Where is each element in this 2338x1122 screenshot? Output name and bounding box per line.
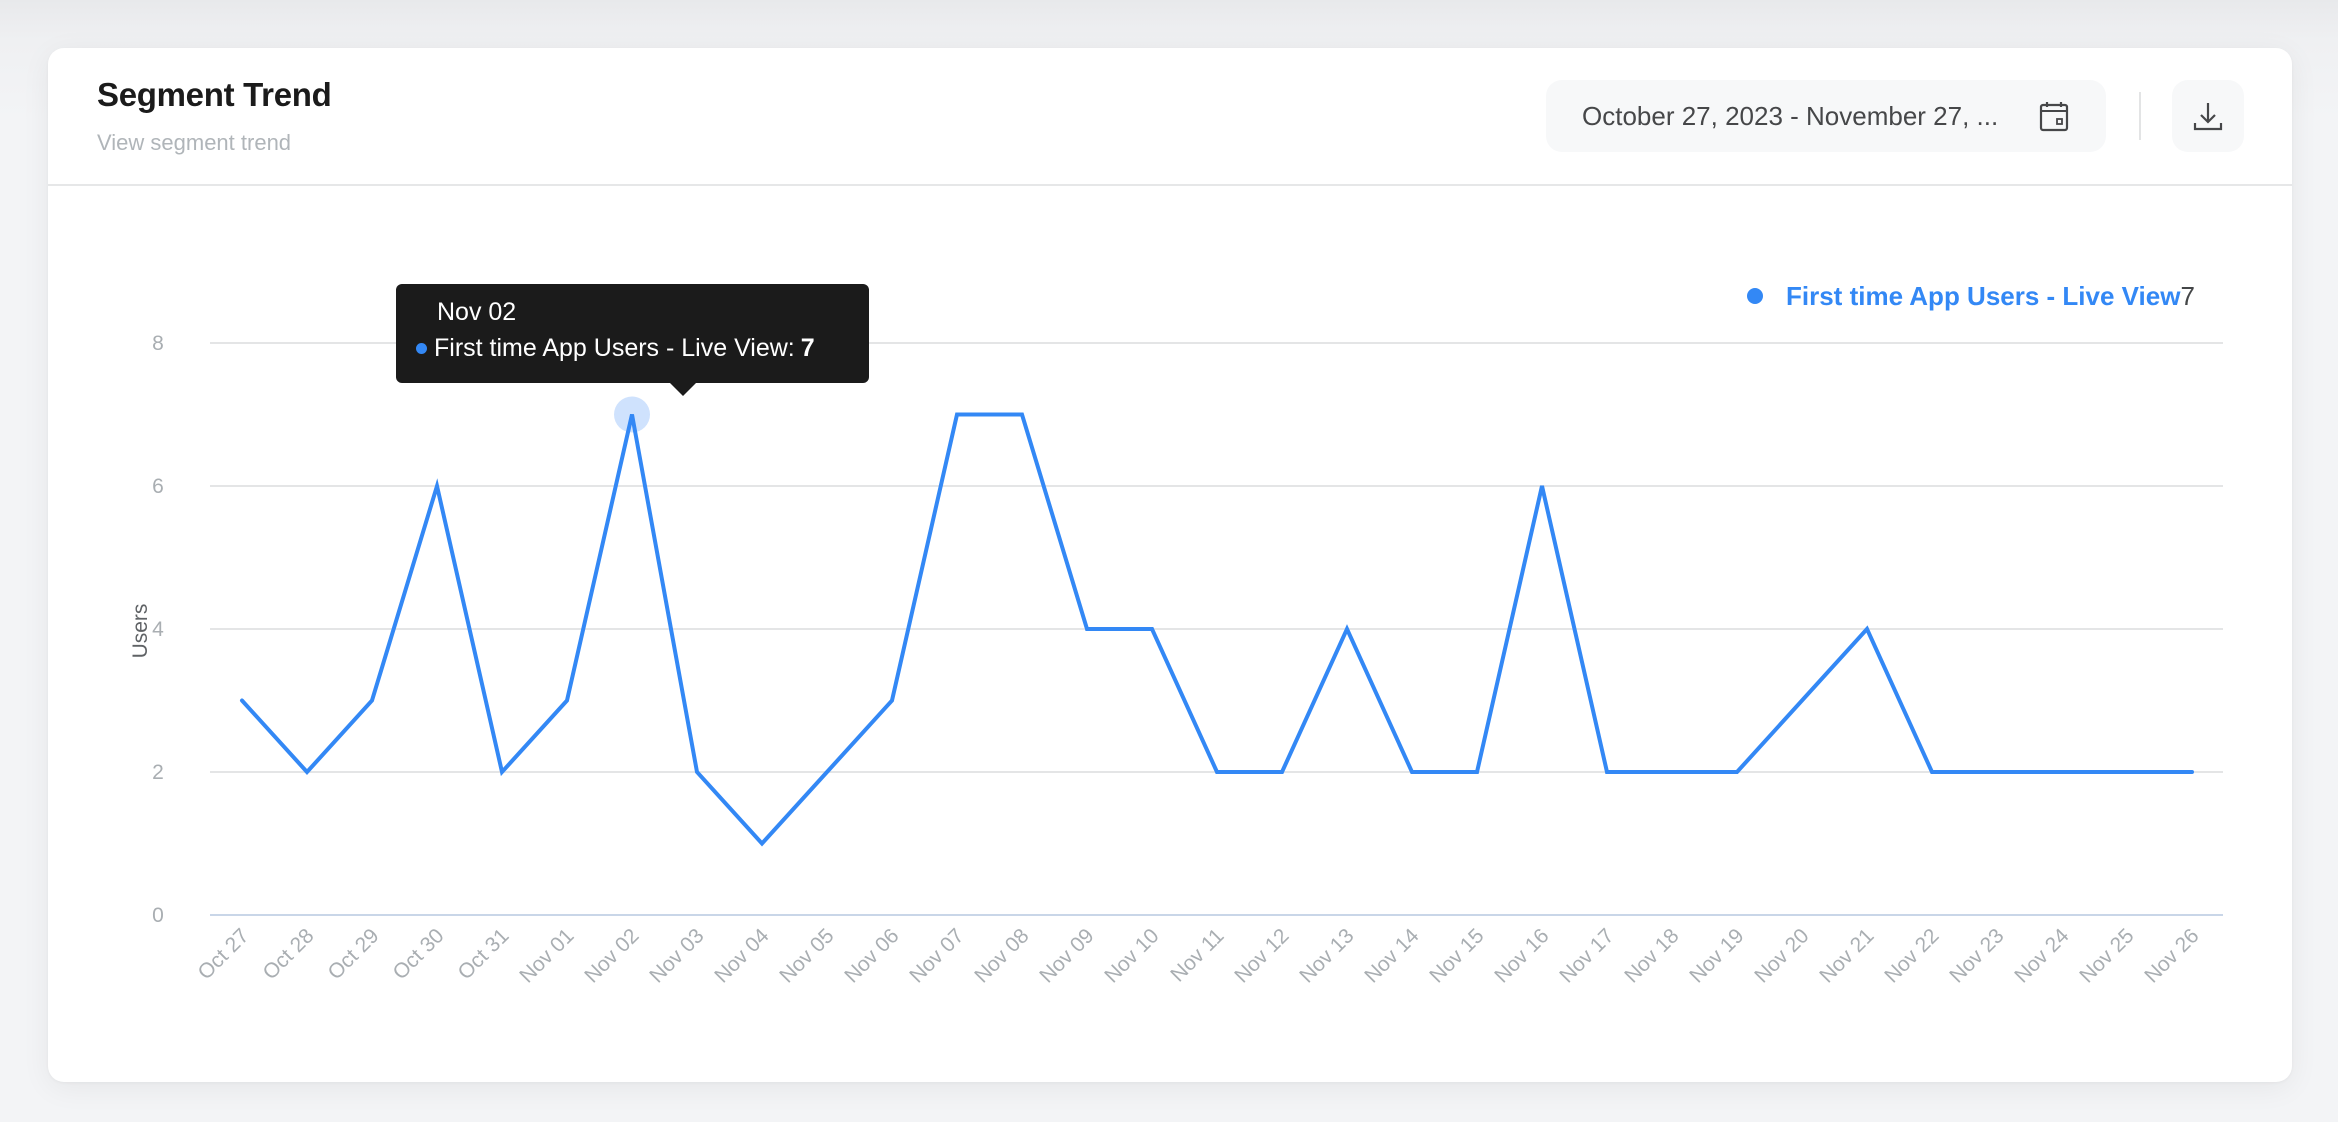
tooltip-series-label: First time App Users - Live View: <box>434 334 795 362</box>
x-tick-label: Nov 01 <box>515 924 578 987</box>
x-tick-label: Nov 11 <box>1166 924 1228 986</box>
x-tick-label: Nov 12 <box>1230 924 1293 987</box>
tooltip-row: First time App Users - Live View: 7 <box>416 334 815 363</box>
x-tick-label: Oct 30 <box>389 924 449 984</box>
y-tick-label: 6 <box>152 475 164 498</box>
x-tick-label: Nov 22 <box>1880 924 1943 987</box>
x-tick-label: Nov 20 <box>1750 924 1813 987</box>
y-tick-label: 4 <box>152 618 164 641</box>
x-tick-label: Nov 16 <box>1490 924 1553 987</box>
y-axis-title: Users <box>129 604 152 659</box>
x-tick-label: Nov 26 <box>2140 924 2203 987</box>
tooltip-date: Nov 02 <box>437 298 517 326</box>
x-tick-label: Nov 19 <box>1685 924 1748 987</box>
x-tick-label: Nov 05 <box>775 924 838 987</box>
x-tick-label: Nov 02 <box>580 924 643 987</box>
x-tick-label: Nov 04 <box>710 924 774 988</box>
x-tick-label: Oct 28 <box>259 924 319 984</box>
x-tick-label: Nov 07 <box>905 924 968 987</box>
legend-value: 7 <box>2181 281 2195 311</box>
x-tick-label: Nov 13 <box>1295 924 1358 987</box>
legend-label: First time App Users - Live View <box>1786 281 2181 311</box>
tooltip-value: 7 <box>800 334 815 362</box>
x-tick-label: Nov 18 <box>1620 924 1683 987</box>
y-tick-label: 2 <box>152 761 164 784</box>
y-tick-label: 0 <box>152 904 164 927</box>
x-tick-label: Nov 25 <box>2075 924 2138 987</box>
x-tick-label: Nov 03 <box>645 924 708 987</box>
x-tick-label: Oct 27 <box>194 924 254 984</box>
segment-trend-card: Segment Trend View segment trend October… <box>48 48 2292 1082</box>
x-tick-label: Nov 15 <box>1425 924 1488 987</box>
x-tick-label: Nov 06 <box>840 924 903 987</box>
x-tick-label: Nov 14 <box>1360 924 1424 988</box>
x-tick-label: Nov 21 <box>1815 924 1878 987</box>
x-tick-label: Nov 24 <box>2010 924 2074 988</box>
legend-dot <box>1747 288 1763 304</box>
x-tick-label: Nov 09 <box>1035 924 1098 987</box>
x-tick-label: Nov 17 <box>1555 924 1618 987</box>
x-tick-label: Nov 08 <box>970 924 1033 987</box>
line-chart: 0 2 4 6 8 Users Oct 27 Oct 28 Oct 29 Oct 30 Oct 31… <box>129 281 2223 988</box>
x-tick-label: Nov 23 <box>1945 924 2008 987</box>
x-tick-label: Nov 10 <box>1100 924 1163 987</box>
y-tick-label: 8 <box>152 332 164 355</box>
x-tick-label: Oct 31 <box>454 924 514 984</box>
tooltip-series-dot <box>416 343 427 354</box>
tooltip-arrow <box>670 383 696 396</box>
x-tick-label: Oct 29 <box>324 924 384 984</box>
chart-tooltip: Nov 02 First time App Users - Live View:… <box>396 284 869 396</box>
